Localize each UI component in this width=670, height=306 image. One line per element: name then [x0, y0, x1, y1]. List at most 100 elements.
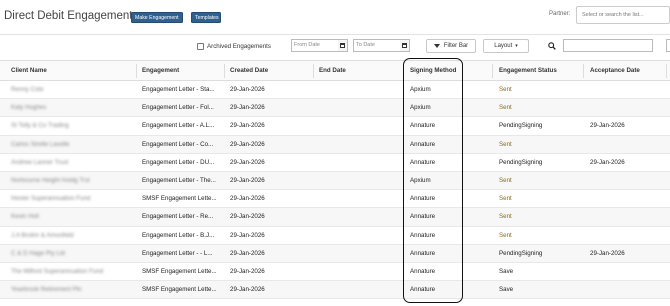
column-header-end-date[interactable]: End Date: [319, 61, 346, 81]
cell-signing-method: Annature: [410, 122, 436, 130]
search-icon[interactable]: [548, 42, 556, 50]
calendar-icon: [340, 43, 345, 48]
table-row[interactable]: C & D Hage Pty Ltd Engagement Letter - - …: [0, 244, 670, 263]
cell-signing-method: Annature: [410, 158, 436, 166]
column-separator[interactable]: [583, 64, 584, 78]
table-row[interactable]: Norbourne Height Holdg Trst Engagement Le…: [0, 172, 670, 191]
column-separator[interactable]: [224, 64, 225, 78]
layout-dropdown-button[interactable]: Layout ▾: [483, 39, 529, 53]
partner-select[interactable]: Select or search the list...: [576, 6, 670, 24]
cell-engagement: Engagement Letter - The...: [142, 177, 216, 184]
column-separator[interactable]: [666, 64, 667, 78]
cell-acceptance-date: 29-Jan-2026: [590, 158, 625, 166]
cell-engagement: Engagement Letter - DU...: [142, 158, 215, 166]
cell-created-date: 29-Jan-2026: [230, 249, 265, 257]
cell-engagement: SMSF Engagement Lette...: [142, 286, 217, 294]
from-date-input[interactable]: From Date: [291, 39, 339, 52]
cell-created-date: 29-Jan-2026: [230, 231, 265, 239]
cell-created-date: 29-Jan-2026: [230, 268, 265, 275]
cell-client-name: Carlos Strelle Lavelle: [11, 140, 70, 148]
column-header-engagement-status[interactable]: Engagement Status: [499, 61, 557, 81]
templates-button[interactable]: Templates: [191, 12, 221, 23]
column-header-created-date[interactable]: Created Date: [230, 61, 268, 81]
table-header: Client Name Engagement Created Date End …: [0, 60, 670, 81]
cell-engagement-status: Sent: [499, 195, 512, 203]
table-row[interactable]: Hester Superannuation Fund SMSF Engagemen…: [0, 190, 670, 209]
cell-signing-method: Annature: [410, 140, 436, 148]
cell-engagement: SMSF Engagement Lette...: [142, 268, 217, 275]
search-input[interactable]: [563, 39, 653, 52]
column-separator[interactable]: [136, 64, 137, 78]
cell-client-name: Katy Hughes: [11, 104, 47, 112]
table-row[interactable]: Kevin Holl Engagement Letter - Re... 29-Ja…: [0, 208, 670, 227]
cell-client-name: The Milford Superannuation Fund: [11, 268, 104, 275]
cell-created-date: 29-Jan-2026: [230, 286, 265, 294]
partner-label: Partner:: [549, 11, 571, 17]
cell-engagement-status: Sent: [499, 140, 512, 148]
extra-toolbar-button[interactable]: [666, 39, 670, 52]
column-separator[interactable]: [492, 64, 493, 78]
cell-created-date: 29-Jan-2026: [230, 104, 265, 112]
cell-engagement-status: Save: [499, 286, 514, 294]
archived-engagements-toggle[interactable]: Archived Engagements: [197, 41, 271, 51]
cell-signing-method: Annature: [410, 231, 436, 239]
cell-signing-method: Apxium: [410, 177, 431, 184]
cell-signing-method: Apxium: [410, 86, 431, 93]
cell-created-date: 29-Jan-2026: [230, 213, 265, 221]
cell-engagement: Engagement Letter - B.J...: [142, 231, 215, 239]
table-row[interactable]: Carlos Strelle Lavelle Engagement Letter …: [0, 135, 670, 154]
column-header-client-name[interactable]: Client Name: [11, 61, 47, 81]
table-row[interactable]: J.A Brolinr & Amosfield Engagement Letter…: [0, 227, 670, 245]
table-row[interactable]: Andrew Lanner Trust Engagement Letter - D…: [0, 154, 670, 172]
cell-engagement: Engagement Letter - A.L...: [142, 122, 215, 130]
cell-engagement: Engagement Letter - Fol...: [142, 104, 214, 112]
cell-signing-method: Annature: [410, 249, 436, 257]
cell-created-date: 29-Jan-2026: [230, 140, 265, 148]
cell-client-name: J.A Brolinr & Amosfield: [11, 231, 74, 239]
cell-created-date: 29-Jan-2026: [230, 195, 265, 203]
chevron-down-icon: ▾: [515, 43, 518, 49]
column-separator[interactable]: [313, 64, 314, 78]
table-row[interactable]: St Tolly & Co Trading Engagement Letter -…: [0, 117, 670, 136]
cell-client-name: Kevin Holl: [11, 213, 39, 221]
cell-engagement-status: Save: [499, 268, 514, 275]
cell-created-date: 29-Jan-2026: [230, 86, 265, 93]
column-separator[interactable]: [403, 64, 404, 78]
column-header-signing-method[interactable]: Signing Method: [410, 61, 456, 81]
from-date-calendar-button[interactable]: [338, 39, 348, 52]
table-row[interactable]: Renny Cola Engagement Letter - Sta... 29-J…: [0, 81, 670, 100]
archived-label: Archived Engagements: [207, 42, 271, 50]
cell-engagement: Engagement Letter - Re...: [142, 213, 214, 221]
filter-bar-button[interactable]: Filter Bar: [426, 39, 476, 53]
make-engagement-button[interactable]: Make Engagement: [131, 12, 183, 23]
cell-engagement: SMSF Engagement Lette...: [142, 195, 217, 203]
cell-engagement: Engagement Letter - Sta...: [142, 86, 215, 93]
cell-engagement-status: PendingSigning: [499, 122, 543, 130]
cell-created-date: 29-Jan-2026: [230, 122, 265, 130]
archived-checkbox[interactable]: [197, 42, 204, 50]
cell-engagement-status: PendingSigning: [499, 249, 543, 257]
cell-created-date: 29-Jan-2026: [230, 177, 265, 184]
column-header-acceptance-date[interactable]: Acceptance Date: [590, 61, 640, 81]
page-title: Direct Debit Engagements: [4, 10, 139, 22]
cell-signing-method: Annature: [410, 286, 436, 294]
cell-client-name: Renny Cola: [11, 86, 44, 93]
table-row[interactable]: Katy Hughes Engagement Letter - Fol... 29-…: [0, 99, 670, 118]
to-date-calendar-button[interactable]: [400, 39, 410, 52]
cell-acceptance-date: 29-Jan-2026: [590, 249, 625, 257]
layout-label: Layout: [494, 43, 513, 49]
cell-engagement-status: PendingSigning: [499, 158, 543, 166]
cell-engagement-status: Sent: [499, 177, 512, 184]
cell-client-name: Norbourne Height Holdg Trst: [11, 177, 90, 184]
cell-client-name: Hester Superannuation Fund: [11, 195, 91, 203]
cell-engagement: Engagement Letter - Co...: [142, 140, 214, 148]
column-header-engagement[interactable]: Engagement: [142, 61, 179, 81]
cell-engagement-status: Sent: [499, 86, 512, 93]
cell-signing-method: Apxium: [410, 104, 431, 112]
cell-signing-method: Annature: [410, 268, 436, 275]
to-date-input[interactable]: To Date: [353, 39, 401, 52]
table-row[interactable]: The Milford Superannuation Fund SMSF Enga…: [0, 263, 670, 282]
cell-client-name: Yearbrook Retirement Pln: [11, 286, 82, 294]
cell-created-date: 29-Jan-2026: [230, 158, 265, 166]
table-row[interactable]: Yearbrook Retirement Pln SMSF Engagement …: [0, 281, 670, 300]
